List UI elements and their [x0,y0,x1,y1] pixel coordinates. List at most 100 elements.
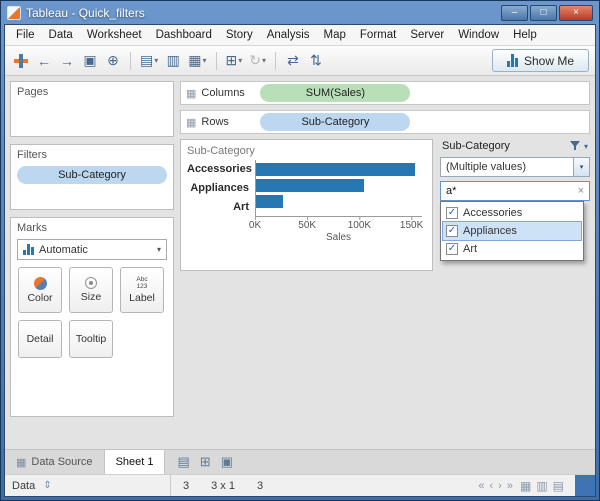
menu-item-file[interactable]: File [9,26,42,44]
refresh-icon: ↻▾ [247,50,268,72]
workspace: Pages Filters Sub-Category Marks Automat… [5,76,595,449]
next-page-icon[interactable]: › [498,480,502,492]
new-worksheet-icon[interactable]: ▤▾ [138,50,160,72]
page-nav-icons: « ‹ › » [478,480,513,492]
size-icon [85,277,97,289]
color-icon [34,277,47,290]
menu-item-analysis[interactable]: Analysis [260,26,317,44]
bar-chart-icon [23,244,34,255]
pages-shelf[interactable]: Pages [10,81,174,137]
marks-buttons: Color Size Abc123Label DetailTooltip [11,267,173,358]
menu-item-worksheet[interactable]: Worksheet [80,26,149,44]
tab-data-source[interactable]: Data Source [5,450,105,474]
group-members-icon-glyph: ⊞ [226,52,238,69]
refresh-icon-glyph: ↻ [249,52,261,69]
duplicate-sheet-icon[interactable]: ▥ [163,50,183,72]
filter-pill-sub-category[interactable]: Sub-Category [17,166,167,184]
rows-shelf-label: Rows [201,116,255,128]
marks-title: Marks [11,218,173,236]
new-sheet-buttons [165,450,245,474]
fit-view-icon[interactable]: ▥ [536,479,547,493]
minimize-button[interactable]: – [501,5,528,21]
toolbar: ←→▣⊕▤▾▥▦▾⊞▾↻▾⇄⇅ Show Me [5,46,595,76]
normal-view-icon[interactable]: ▦ [520,479,531,493]
redo-icon[interactable]: → [57,50,77,72]
dropdown-arrow-button[interactable] [573,158,589,176]
chart-category-labels: AccessoriesAppliancesArt [187,160,255,217]
show-me-button[interactable]: Show Me [492,49,589,72]
filter-item-art[interactable]: ✓Art [443,240,581,258]
menu-item-story[interactable]: Story [219,26,260,44]
status-data-label: Data [12,480,35,492]
clear-search-icon[interactable]: × [578,185,584,197]
marks-color-button[interactable]: Color [18,267,62,313]
chevron-down-icon[interactable] [584,142,588,151]
tab-sheet-1[interactable]: Sheet 1 [105,450,166,474]
chevron-down-icon: ▾ [154,56,158,65]
clear-sheet-icon[interactable]: ▦▾ [186,50,208,72]
swap-axes-icon[interactable]: ⇄ [283,50,303,72]
tab-data-source-label: Data Source [31,456,92,468]
sort-icon[interactable]: ⇅ [306,50,326,72]
chart-bar[interactable] [256,195,283,208]
group-members-icon[interactable]: ⊞▾ [224,50,245,72]
new-story-icon[interactable] [221,454,233,470]
marks-label-button[interactable]: Abc123Label [120,267,164,313]
checkbox-icon[interactable]: ✓ [446,243,458,255]
chart-bar[interactable] [256,179,364,192]
show-me-chart-icon [507,54,518,67]
chart-category-label: Art [187,198,255,217]
menu-bar: FileDataWorksheetDashboardStoryAnalysisM… [5,25,595,46]
axis-tick-label: 0K [249,220,261,231]
chart-category-label: Appliances [187,179,255,198]
filter-values-dropdown[interactable]: (Multiple values) [440,157,590,177]
rows-shelf[interactable]: Rows Sub-Category [180,110,590,134]
presentation-mode-icon[interactable]: ▤ [553,479,564,493]
filter-item-accessories[interactable]: ✓Accessories [443,204,581,222]
main-area: Columns SUM(Sales) Rows Sub-Category Sub… [180,81,590,444]
resize-grip[interactable] [575,475,595,496]
status-data-pane[interactable]: Data [5,475,171,496]
maximize-button[interactable]: □ [530,5,557,21]
menu-item-dashboard[interactable]: Dashboard [149,26,219,44]
pane-splitter-icon[interactable] [43,480,51,491]
rows-shelf-icon [186,116,196,129]
last-page-icon[interactable]: » [507,480,513,492]
new-worksheet-icon[interactable] [177,454,189,470]
undo-icon[interactable]: ← [34,50,54,72]
chart-bar[interactable] [256,163,415,176]
menu-item-map[interactable]: Map [317,26,353,44]
marks-tooltip-button[interactable]: Tooltip [69,320,113,358]
filters-shelf[interactable]: Filters Sub-Category [10,144,174,210]
title-bar[interactable]: Tableau - Quick_filters – □ × [4,1,596,24]
tableau-logo-icon[interactable] [11,50,31,72]
first-page-icon[interactable]: « [478,480,484,492]
chart-plot [255,160,422,217]
columns-pill-sum-sales[interactable]: SUM(Sales) [260,84,410,102]
close-button[interactable]: × [559,5,593,21]
add-data-icon[interactable]: ⊕ [103,50,123,72]
marks-size-button[interactable]: Size [69,267,113,313]
filter-item-appliances[interactable]: ✓Appliances [443,222,581,240]
toolbar-separator [216,52,217,70]
marks-button-label: Size [81,291,101,303]
mark-type-dropdown[interactable]: Automatic [17,239,167,260]
menu-item-format[interactable]: Format [353,26,403,44]
new-dashboard-icon[interactable] [200,454,211,470]
menu-item-server[interactable]: Server [403,26,451,44]
prev-page-icon[interactable]: ‹ [490,480,494,492]
sort-icon-glyph: ⇅ [310,52,322,69]
rows-pill-sub-category[interactable]: Sub-Category [260,113,410,131]
status-bar: Data 3 3 x 1 3 «‹›» ▦▥▤ [5,474,595,496]
columns-shelf[interactable]: Columns SUM(Sales) [180,81,590,105]
filter-search-input[interactable] [446,185,575,197]
checkbox-icon[interactable]: ✓ [446,225,458,237]
quick-filter-card: Sub-Category (Multiple values) [440,139,590,261]
menu-item-data[interactable]: Data [42,26,80,44]
checkbox-icon[interactable]: ✓ [446,207,458,219]
chart-view: Sub-Category AccessoriesAppliancesArt 0K… [180,139,433,271]
marks-detail-button[interactable]: Detail [18,320,62,358]
menu-item-help[interactable]: Help [506,26,544,44]
save-icon[interactable]: ▣ [80,50,100,72]
menu-item-window[interactable]: Window [451,26,506,44]
